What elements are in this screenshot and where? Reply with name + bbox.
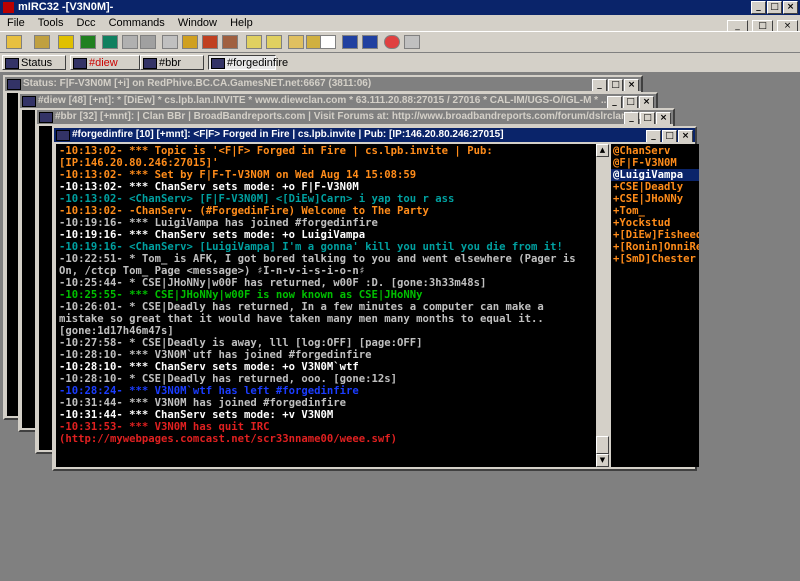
forgedinfire-window-titlebar[interactable]: #forgedinfire [10] [+mnt]: <F|F> Forged … xyxy=(54,128,695,142)
app-title: mIRC32 -[V3N0M]- xyxy=(18,1,114,13)
channel-window-icon xyxy=(56,130,70,141)
remote-icon[interactable] xyxy=(102,35,118,49)
chat-line: -10:13:02- *** Set by F|F-T-V3N0M on Wed… xyxy=(59,169,417,181)
chat-line: -10:28:10- *** V3N0M`utf has joined #for… xyxy=(59,349,372,361)
about-icon[interactable] xyxy=(404,35,420,49)
status-close-button[interactable]: × xyxy=(624,79,639,91)
channel-window-icon xyxy=(22,96,36,107)
chat-line: -10:28:24- *** V3N0M`wtf has left #forge… xyxy=(59,385,359,397)
bbr-close-button[interactable]: × xyxy=(656,112,671,124)
nick-item[interactable]: +[SmD]Chester xyxy=(611,253,699,265)
chat-line: -10:31:44- *** V3N0M has joined #forgedi… xyxy=(59,397,347,409)
cascade-icon[interactable] xyxy=(362,35,378,49)
forgedinfire-window[interactable]: #forgedinfire [10] [+mnt]: <F|F> Forged … xyxy=(52,126,699,471)
switchbar: Status #diew #bbr #forgedinfire xyxy=(0,53,800,73)
bbr-minimize-button[interactable]: _ xyxy=(624,112,639,124)
nick-item[interactable]: +Yockstud xyxy=(611,217,699,229)
chat-icon[interactable] xyxy=(122,35,138,49)
address-book-icon[interactable] xyxy=(80,35,96,49)
chat-line: -10:13:02- *** Topic is '<F|F> Forged in… xyxy=(59,145,500,169)
nick-item[interactable]: @ChanServ xyxy=(611,145,699,157)
chat-line: -10:31:44- *** ChanServ sets mode: +v V3… xyxy=(59,409,334,421)
chat-line: -10:27:58- * CSE|Deadly is away, lll [lo… xyxy=(59,337,423,349)
timer-icon[interactable] xyxy=(162,35,178,49)
diew-window-titlebar[interactable]: #diew [48] [+nt]: * [DiEw] * cs.lpb.lan.… xyxy=(20,94,656,108)
channel-window-icon xyxy=(143,58,157,69)
options-icon[interactable] xyxy=(34,35,50,49)
scroll-thumb[interactable] xyxy=(596,436,609,454)
bbr-maximize-button[interactable]: □ xyxy=(640,112,655,124)
nick-item[interactable]: +CSE|Deadly xyxy=(611,181,699,193)
nick-item[interactable]: @F|F-V3N0M xyxy=(611,157,699,169)
nick-item[interactable]: +[DiEw]Fisheed xyxy=(611,229,699,241)
chat-line: -10:31:53- *** V3N0M has quit IRC (http:… xyxy=(59,421,398,445)
toolbar xyxy=(0,31,800,53)
help-icon[interactable] xyxy=(384,35,400,49)
mirc-app-icon[interactable] xyxy=(3,2,14,13)
forgedinfire-minimize-button[interactable]: _ xyxy=(646,130,661,142)
menu-tools[interactable]: Tools xyxy=(35,17,67,29)
chat-line: -10:22:51- * Tom_ is AFK, I got bored ta… xyxy=(59,253,583,277)
channel-window-icon xyxy=(73,58,87,69)
channel-window-icon xyxy=(211,58,225,69)
forgedinfire-close-button[interactable]: × xyxy=(678,130,693,142)
chat-line: -10:25:44- * CSE|JHoNNy|w00F has returne… xyxy=(59,277,487,289)
nick-list[interactable]: @ChanServ @F|F-V3N0M @LuigiVampa +CSE|Deadl… xyxy=(611,144,699,467)
chat-line: -10:28:10- * CSE|Deadly has returned, oo… xyxy=(59,373,398,385)
chat-line: -10:13:02- *** ChanServ sets mode: +o F|… xyxy=(59,181,359,193)
diew-minimize-button[interactable]: _ xyxy=(607,96,622,108)
log-icon[interactable] xyxy=(288,35,304,49)
menu-window[interactable]: Window xyxy=(175,17,220,29)
bbr-window-titlebar[interactable]: #bbr [32] [+mnt]: | Clan BBr | BroadBand… xyxy=(37,110,673,124)
chat-line: -10:19:16- *** ChanServ sets mode: +o Lu… xyxy=(59,229,366,241)
switch-tab-forgedinfire[interactable]: #forgedinfire xyxy=(208,55,288,70)
connect-icon[interactable] xyxy=(6,35,22,49)
chat-line: -10:19:16- *** LuigiVampa has joined #fo… xyxy=(59,217,378,229)
script-icon[interactable] xyxy=(140,35,156,49)
switch-tab-bbr[interactable]: #bbr xyxy=(140,55,204,70)
switch-tab-status[interactable]: Status xyxy=(2,55,66,70)
colors-icon[interactable] xyxy=(182,35,198,49)
close-button[interactable]: × xyxy=(783,1,798,14)
menu-file[interactable]: File xyxy=(4,17,28,29)
chat-line: -10:28:10- *** ChanServ sets mode: +o V3… xyxy=(59,361,359,373)
chat-line: -10:13:02- <ChanServ> [F|F-V3N0M] <[DiEw… xyxy=(59,193,455,205)
status-window-icon xyxy=(7,79,21,90)
status-window-titlebar[interactable]: Status: F|F-V3N0M [+i] on RedPhive.BC.CA… xyxy=(5,77,641,91)
nick-item[interactable]: +CSE|JHoNNy xyxy=(611,193,699,205)
tile-icon[interactable] xyxy=(342,35,358,49)
notify-icon[interactable] xyxy=(202,35,218,49)
chat-scrollbar[interactable]: ▲ ▼ xyxy=(596,144,609,467)
menu-help[interactable]: Help xyxy=(227,17,256,29)
chat-line: -10:13:02- -ChanServ- (#ForgedinFire) We… xyxy=(59,205,429,217)
scroll-down-arrow-icon[interactable]: ▼ xyxy=(596,454,609,467)
menu-dcc[interactable]: Dcc xyxy=(74,17,99,29)
maximize-button[interactable]: □ xyxy=(767,1,782,14)
nick-item[interactable]: +Tom_ xyxy=(611,205,699,217)
folder-icon[interactable] xyxy=(58,35,74,49)
menu-bar: File Tools Dcc Commands Window Help _ □ × xyxy=(0,15,800,33)
diew-maximize-button[interactable]: □ xyxy=(623,96,638,108)
forgedinfire-maximize-button[interactable]: □ xyxy=(662,130,677,142)
menu-commands[interactable]: Commands xyxy=(106,17,168,29)
nick-item[interactable]: +[Ronin]OnniRe xyxy=(611,241,699,253)
minimize-button[interactable]: _ xyxy=(751,1,766,14)
scroll-up-arrow-icon[interactable]: ▲ xyxy=(596,144,609,157)
chat-line: -10:25:55- *** CSE|JHoNNy|w00F is now kn… xyxy=(59,289,423,301)
chat-line: -10:19:16- <ChanServ> [LuigiVampa] I'm a… xyxy=(59,241,563,253)
dcc-send-icon[interactable] xyxy=(222,35,238,49)
status-window-icon xyxy=(5,58,19,69)
notes-icon[interactable] xyxy=(320,35,336,49)
nick-item[interactable]: @LuigiVampa xyxy=(611,169,699,181)
app-titlebar: mIRC32 -[V3N0M]- _ □ × xyxy=(0,0,800,15)
dcc-chat-icon[interactable] xyxy=(266,35,282,49)
diew-close-button[interactable]: × xyxy=(639,96,654,108)
channel-list-icon[interactable] xyxy=(246,35,262,49)
chat-log[interactable]: -10:13:02- *** Topic is '<F|F> Forged in… xyxy=(56,144,596,467)
switch-tab-diew[interactable]: #diew xyxy=(70,55,140,70)
chat-line: -10:26:01- * CSE|Deadly has returned, In… xyxy=(59,301,551,337)
status-minimize-button[interactable]: _ xyxy=(592,79,607,91)
channel-window-icon xyxy=(39,112,53,123)
status-maximize-button[interactable]: □ xyxy=(608,79,623,91)
